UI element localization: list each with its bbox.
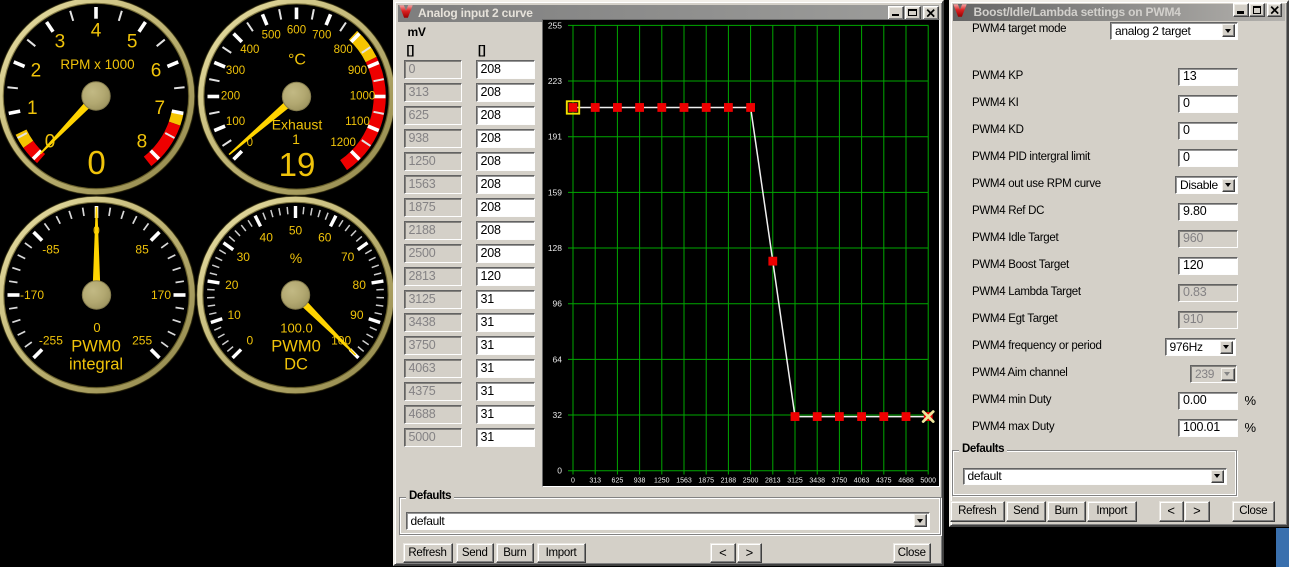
- svg-text:RPM x 1000: RPM x 1000: [60, 57, 134, 72]
- svg-text:85: 85: [135, 242, 149, 256]
- svg-text:PWM0: PWM0: [71, 338, 121, 356]
- svg-text:90: 90: [350, 308, 364, 322]
- svg-text:10: 10: [227, 308, 241, 322]
- svg-text:DC: DC: [284, 356, 308, 374]
- svg-text:1200: 1200: [330, 137, 356, 149]
- svg-text:223: 223: [547, 76, 561, 86]
- svg-text:60: 60: [318, 231, 332, 245]
- svg-text:7: 7: [154, 98, 165, 119]
- svg-text:0: 0: [571, 477, 575, 484]
- svg-text:5: 5: [127, 31, 138, 52]
- svg-text:300: 300: [226, 65, 245, 77]
- svg-text:70: 70: [341, 250, 355, 264]
- svg-text:-85: -85: [42, 242, 60, 256]
- svg-text:0: 0: [247, 334, 254, 348]
- svg-text:integral: integral: [69, 356, 123, 374]
- svg-text:4688: 4688: [898, 477, 914, 484]
- svg-text:1875: 1875: [698, 477, 714, 484]
- svg-text:1563: 1563: [676, 477, 692, 484]
- svg-text:32: 32: [552, 410, 562, 420]
- svg-text:0: 0: [87, 144, 105, 181]
- svg-text:19: 19: [279, 146, 316, 183]
- svg-text:%: %: [290, 250, 302, 266]
- svg-text:-170: -170: [20, 288, 44, 302]
- svg-text:400: 400: [240, 44, 259, 56]
- svg-text:600: 600: [287, 25, 306, 37]
- svg-text:20: 20: [225, 278, 239, 292]
- svg-text:40: 40: [260, 231, 274, 245]
- svg-text:255: 255: [132, 334, 152, 348]
- svg-text:96: 96: [552, 298, 562, 308]
- svg-text:3750: 3750: [831, 477, 847, 484]
- svg-text:4: 4: [91, 21, 102, 42]
- svg-text:8: 8: [137, 131, 148, 152]
- svg-text:0: 0: [93, 320, 100, 335]
- svg-text:2500: 2500: [742, 477, 758, 484]
- svg-text:2813: 2813: [765, 477, 781, 484]
- svg-text:159: 159: [547, 187, 561, 197]
- svg-text:80: 80: [353, 278, 367, 292]
- svg-text:°C: °C: [288, 52, 306, 69]
- svg-text:6: 6: [151, 61, 162, 82]
- svg-text:4063: 4063: [853, 477, 869, 484]
- svg-text:938: 938: [633, 477, 645, 484]
- svg-text:2: 2: [31, 61, 42, 82]
- svg-text:PWM0: PWM0: [271, 338, 321, 356]
- svg-text:100.0: 100.0: [280, 321, 313, 336]
- svg-text:500: 500: [262, 30, 281, 42]
- svg-text:200: 200: [221, 91, 240, 103]
- svg-text:2188: 2188: [720, 477, 736, 484]
- svg-text:1100: 1100: [345, 116, 370, 128]
- svg-text:3125: 3125: [787, 477, 803, 484]
- svg-text:64: 64: [552, 354, 562, 364]
- svg-text:50: 50: [289, 224, 303, 238]
- svg-text:313: 313: [589, 477, 601, 484]
- svg-text:5000: 5000: [920, 477, 936, 484]
- svg-text:191: 191: [547, 131, 561, 141]
- svg-text:3: 3: [55, 31, 66, 52]
- svg-text:1: 1: [292, 131, 300, 147]
- svg-text:-255: -255: [39, 334, 63, 348]
- svg-text:100: 100: [226, 116, 245, 128]
- svg-text:900: 900: [348, 65, 367, 77]
- svg-text:800: 800: [334, 44, 353, 56]
- svg-text:128: 128: [547, 243, 561, 253]
- svg-text:700: 700: [312, 30, 331, 42]
- svg-text:30: 30: [237, 250, 251, 264]
- svg-text:255: 255: [547, 20, 561, 30]
- svg-text:1250: 1250: [654, 477, 670, 484]
- svg-text:0: 0: [557, 465, 562, 475]
- svg-text:170: 170: [151, 288, 171, 302]
- svg-text:4375: 4375: [876, 477, 892, 484]
- svg-text:625: 625: [611, 477, 623, 484]
- svg-text:1: 1: [27, 98, 38, 119]
- svg-text:3438: 3438: [809, 477, 825, 484]
- svg-text:1000: 1000: [350, 91, 376, 103]
